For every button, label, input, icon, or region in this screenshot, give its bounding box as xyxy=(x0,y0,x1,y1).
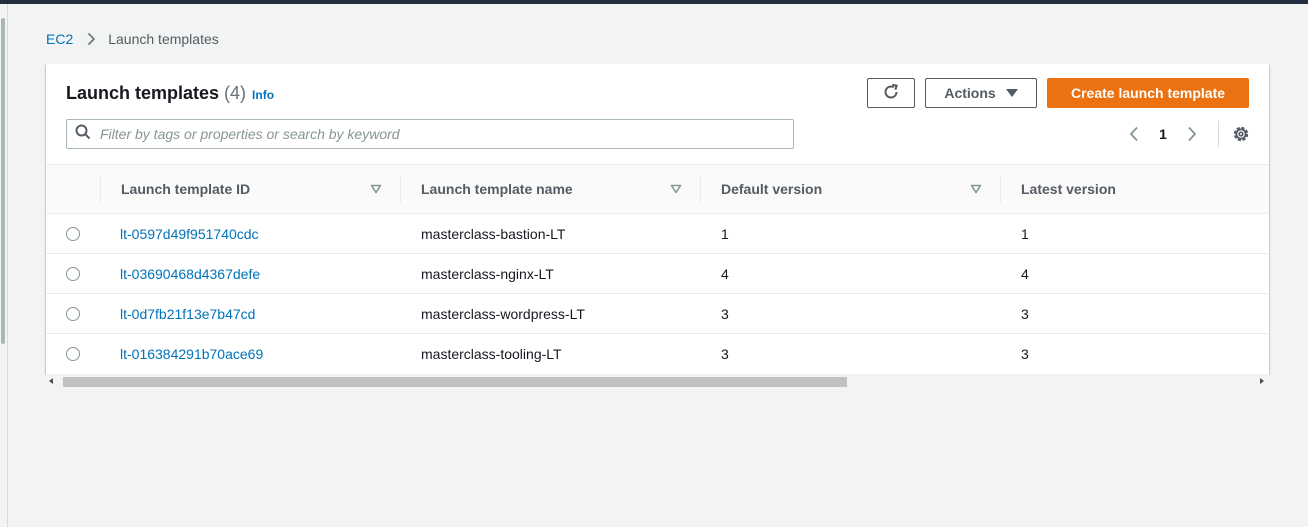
pager-divider xyxy=(1218,121,1219,147)
default-version: 1 xyxy=(721,226,729,242)
template-name: masterclass-bastion-LT xyxy=(421,226,566,242)
page-title: Launch templates xyxy=(66,83,220,103)
template-name: masterclass-tooling-LT xyxy=(421,346,562,362)
template-id-link[interactable]: lt-0597d49f951740cdc xyxy=(120,214,259,254)
horizontal-scrollbar-thumb[interactable] xyxy=(63,377,847,387)
create-launch-template-button[interactable]: Create launch template xyxy=(1047,78,1249,108)
column-divider xyxy=(1000,177,1001,203)
chevron-left-icon xyxy=(1129,126,1138,142)
template-name: masterclass-wordpress-LT xyxy=(421,306,585,322)
column-divider xyxy=(100,177,101,203)
sort-icon xyxy=(370,184,382,194)
create-label: Create launch template xyxy=(1070,85,1226,101)
template-count: (4) xyxy=(224,83,247,103)
chevron-right-icon xyxy=(87,32,96,46)
actions-label: Actions xyxy=(944,85,996,101)
sort-icon xyxy=(970,184,982,194)
breadcrumb-ec2-link[interactable]: EC2 xyxy=(46,31,73,47)
next-page-button[interactable] xyxy=(1182,124,1202,144)
template-id-link[interactable]: lt-0d7fb21f13e7b47cd xyxy=(120,294,255,334)
column-header-label: Default version xyxy=(721,181,823,197)
template-id-link[interactable]: lt-03690468d4367defe xyxy=(120,254,260,294)
left-scrollbar-thumb[interactable] xyxy=(1,18,5,344)
latest-version: 3 xyxy=(1021,306,1029,322)
chevron-right-icon xyxy=(1188,126,1197,142)
default-version: 3 xyxy=(721,346,729,362)
row-select-radio[interactable] xyxy=(66,347,80,361)
panel-header: Launch templates (4) Info xyxy=(66,83,274,104)
column-header-template-name[interactable]: Launch template name xyxy=(421,165,691,213)
refresh-icon xyxy=(882,83,900,104)
refresh-button[interactable] xyxy=(867,78,915,108)
pagination: 1 xyxy=(1124,121,1251,147)
breadcrumb: EC2 Launch templates xyxy=(46,30,219,48)
scroll-right-arrow-icon[interactable] xyxy=(1260,378,1264,384)
table-row[interactable]: lt-03690468d4367defe masterclass-nginx-L… xyxy=(46,254,1269,294)
column-divider xyxy=(700,177,701,203)
template-id-link[interactable]: lt-016384291b70ace69 xyxy=(120,334,263,374)
latest-version: 3 xyxy=(1021,346,1029,362)
search-input[interactable] xyxy=(100,126,780,142)
row-select-radio[interactable] xyxy=(66,227,80,241)
default-version: 4 xyxy=(721,266,729,282)
column-header-latest-version[interactable]: Latest version xyxy=(1021,165,1261,213)
column-header-label: Launch template ID xyxy=(121,181,251,197)
column-divider xyxy=(400,177,401,203)
horizontal-scrollbar[interactable] xyxy=(46,374,1269,389)
table-header: Launch template ID Launch template name … xyxy=(46,164,1269,214)
table-row[interactable]: lt-0d7fb21f13e7b47cd masterclass-wordpre… xyxy=(46,294,1269,334)
row-select-radio[interactable] xyxy=(66,267,80,281)
info-link[interactable]: Info xyxy=(252,88,274,102)
sort-icon xyxy=(670,184,682,194)
column-header-default-version[interactable]: Default version xyxy=(721,165,991,213)
latest-version: 4 xyxy=(1021,266,1029,282)
previous-page-button[interactable] xyxy=(1124,124,1144,144)
top-navigation-bar xyxy=(0,0,1308,4)
latest-version: 1 xyxy=(1021,226,1029,242)
current-page-number[interactable]: 1 xyxy=(1144,126,1182,142)
gear-icon xyxy=(1233,126,1249,142)
table-row[interactable]: lt-0597d49f951740cdc masterclass-bastion… xyxy=(46,214,1269,254)
template-name: masterclass-nginx-LT xyxy=(421,266,554,282)
left-scrollbar[interactable] xyxy=(0,4,8,527)
launch-templates-panel: Launch templates (4) Info Actions Create… xyxy=(46,64,1269,374)
default-version: 3 xyxy=(721,306,729,322)
caret-down-icon xyxy=(1005,89,1018,97)
scroll-left-arrow-icon[interactable] xyxy=(49,378,53,384)
search-icon xyxy=(75,124,91,145)
breadcrumb-current: Launch templates xyxy=(108,31,219,47)
launch-templates-table: Launch template ID Launch template name … xyxy=(46,164,1269,374)
search-box[interactable] xyxy=(66,119,794,149)
row-select-radio[interactable] xyxy=(66,307,80,321)
column-header-template-id[interactable]: Launch template ID xyxy=(121,165,391,213)
column-header-label: Launch template name xyxy=(421,181,573,197)
preferences-button[interactable] xyxy=(1231,124,1251,144)
table-row[interactable]: lt-016384291b70ace69 masterclass-tooling… xyxy=(46,334,1269,374)
column-header-label: Latest version xyxy=(1021,181,1116,197)
actions-dropdown-button[interactable]: Actions xyxy=(925,78,1037,108)
